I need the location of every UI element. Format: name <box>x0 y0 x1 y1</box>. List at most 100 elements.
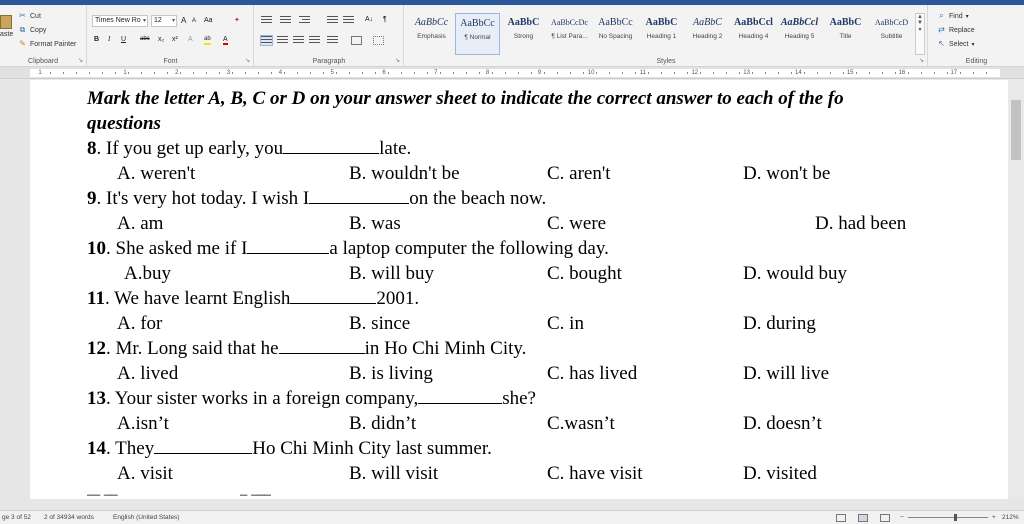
show-marks-button[interactable]: ¶ <box>383 14 387 25</box>
borders-icon[interactable] <box>373 36 384 45</box>
answer-blank <box>290 288 377 304</box>
clipboard-group: aste ✂ Cut ⧉ Copy ✎ Format Painter Clipb… <box>0 5 87 67</box>
shading-icon[interactable] <box>351 36 362 45</box>
question-text-end: on the beach now. <box>409 188 547 209</box>
word-count[interactable]: 2 of 34934 words <box>44 514 94 521</box>
ruler-tick <box>674 72 675 74</box>
bold-button[interactable]: B <box>94 34 99 45</box>
style-item[interactable]: AaBbCc Emphasis <box>409 13 454 55</box>
ruler-tick <box>869 72 870 74</box>
question-line: 12. Mr. Long said that he in Ho Chi Minh … <box>87 338 526 360</box>
ruler-number: 16 <box>898 70 906 76</box>
style-item[interactable]: AaBbCcl Heading 5 <box>777 13 822 55</box>
change-case-button[interactable]: Aa <box>204 15 213 26</box>
align-center-icon[interactable] <box>277 36 288 45</box>
clear-formatting-icon[interactable]: ✦ <box>234 15 240 26</box>
numbering-icon[interactable] <box>280 16 291 25</box>
grow-font-button[interactable]: A <box>181 15 186 26</box>
font-launcher-icon[interactable]: ↘ <box>245 57 250 64</box>
horizontal-ruler[interactable]: 1 1 2 3 4 5 6 7 8 9 10 11 12 13 14 15 16 17 <box>0 67 1024 79</box>
strikethrough-button[interactable]: abc <box>140 34 150 45</box>
copy-button[interactable]: ⧉ Copy <box>18 26 47 34</box>
zoom-slider[interactable] <box>908 517 988 518</box>
option-a: A.buy <box>124 263 171 284</box>
question-text-end: in Ho Chi Minh City. <box>364 338 527 359</box>
style-item[interactable]: AaBbC Heading 2 <box>685 13 730 55</box>
line-spacing-icon[interactable] <box>327 36 338 45</box>
multilevel-list-icon[interactable] <box>299 16 310 25</box>
sort-button[interactable]: A↓ <box>365 14 373 25</box>
ruler-number: 1 <box>38 70 42 76</box>
more-styles-icon[interactable]: ▾ <box>916 26 924 33</box>
underline-button[interactable]: U <box>121 34 126 45</box>
question-number: 10 <box>87 238 106 259</box>
font-group-label: Font <box>163 58 178 65</box>
ruler-tick <box>908 72 909 74</box>
style-item[interactable]: AaBbCcDc ¶ List Para... <box>547 13 592 55</box>
language-indicator[interactable]: English (United States) <box>113 514 179 521</box>
ruler-tick <box>726 72 727 74</box>
style-item[interactable]: AaBbCc ¶ Normal <box>455 13 500 55</box>
format-painter-button[interactable]: ✎ Format Painter <box>18 40 76 48</box>
ruler-tick <box>193 72 194 74</box>
style-preview: AaBbCcDc <box>551 18 588 27</box>
style-preview: AaBbCcl <box>780 17 819 28</box>
style-name: Heading 4 <box>738 33 769 40</box>
clipboard-launcher-icon[interactable]: ↘ <box>78 57 83 64</box>
style-item[interactable]: AaBbCcl Heading 4 <box>731 13 776 55</box>
style-item[interactable]: AaBbC Title <box>823 13 868 55</box>
question-number-separator: . <box>104 288 115 309</box>
zoom-out-button[interactable]: − <box>900 514 904 521</box>
text-effects-icon[interactable]: A <box>188 34 193 45</box>
paragraph-launcher-icon[interactable]: ↘ <box>395 57 400 64</box>
answer-blank <box>309 188 410 204</box>
cursor-icon: ↖ <box>938 39 945 48</box>
print-layout-icon[interactable] <box>858 514 868 522</box>
document-page[interactable]: Mark the letter A, B, C or D on your ans… <box>30 80 1008 499</box>
ribbon: aste ✂ Cut ⧉ Copy ✎ Format Painter Clipb… <box>0 0 1024 67</box>
ruler-tick <box>479 72 480 74</box>
styles-scroll[interactable]: ▲ ▼ ▾ <box>915 13 925 55</box>
zoom-slider-thumb[interactable] <box>954 514 957 521</box>
styles-launcher-icon[interactable]: ↘ <box>919 57 924 64</box>
style-item[interactable]: AaBbCcD Subtitle <box>869 13 914 55</box>
ruler-tick <box>596 72 597 74</box>
align-left-icon[interactable] <box>260 35 273 46</box>
chevron-down-icon: ▾ <box>965 13 969 20</box>
font-size-combo[interactable]: 12 ▾ <box>151 15 177 27</box>
style-item[interactable]: AaBbCc No Spacing <box>593 13 638 55</box>
vertical-scrollbar[interactable] <box>1008 80 1024 499</box>
paste-button[interactable]: aste <box>0 15 16 38</box>
highlight-button[interactable]: ab <box>204 34 211 45</box>
bullets-icon[interactable] <box>261 16 272 25</box>
font-name-combo[interactable]: Times New Ro ▾ <box>92 15 148 27</box>
option-b: B. wouldn't be <box>349 163 460 184</box>
zoom-level[interactable]: 212% <box>1002 514 1019 521</box>
style-preview: AaBbCcD <box>874 18 909 27</box>
style-item[interactable]: AaBbC Heading 1 <box>639 13 684 55</box>
superscript-button[interactable]: x² <box>172 34 178 45</box>
style-item[interactable]: AaBbC Strong <box>501 13 546 55</box>
font-color-button[interactable]: A <box>223 34 228 45</box>
zoom-in-button[interactable]: + <box>992 514 996 521</box>
align-right-icon[interactable] <box>293 36 304 45</box>
replace-icon: ⇄ <box>938 25 945 34</box>
font-name-value: Times New Ro <box>95 17 141 24</box>
italic-button[interactable]: I <box>108 34 110 45</box>
justify-icon[interactable] <box>309 36 320 45</box>
select-button[interactable]: ↖ Select ▾ <box>937 40 974 48</box>
option-a: A. am <box>117 213 164 234</box>
increase-indent-icon[interactable] <box>343 16 354 25</box>
cut-button[interactable]: ✂ Cut <box>18 12 41 20</box>
read-mode-icon[interactable] <box>836 514 846 522</box>
page-count[interactable]: ge 3 of 52 <box>2 514 31 521</box>
shrink-font-button[interactable]: A <box>192 16 196 27</box>
ruler-tick <box>50 72 51 74</box>
replace-button[interactable]: ⇄ Replace <box>937 26 975 34</box>
subscript-button[interactable]: x₂ <box>158 34 164 45</box>
ruler-tick <box>947 72 948 74</box>
web-layout-icon[interactable] <box>880 514 890 522</box>
decrease-indent-icon[interactable] <box>327 16 338 25</box>
scrollbar-thumb[interactable] <box>1011 100 1021 160</box>
find-button[interactable]: ⌕ Find ▾ <box>937 12 969 20</box>
